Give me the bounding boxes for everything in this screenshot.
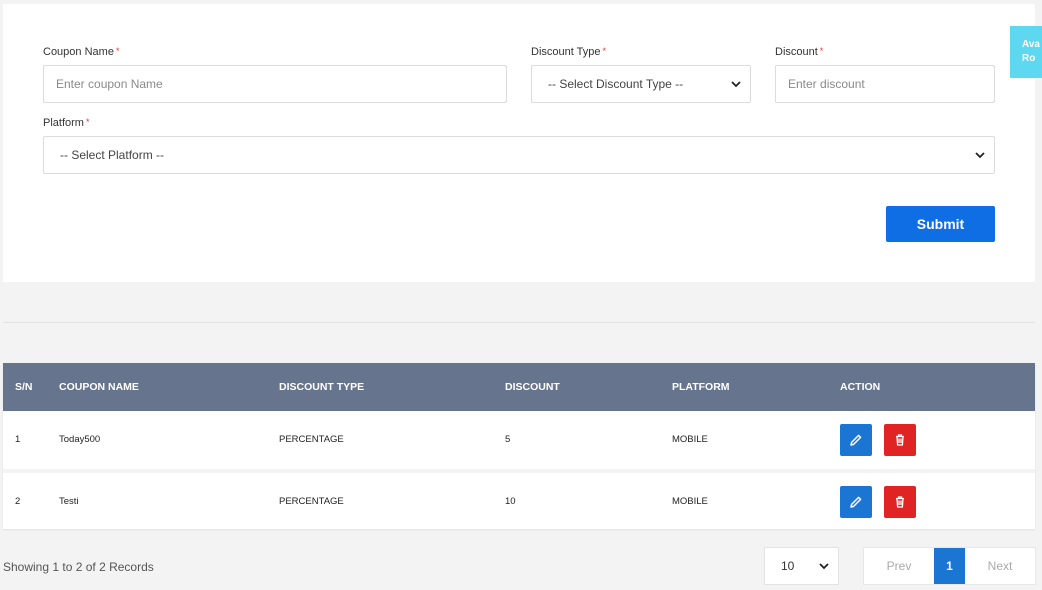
platform-selected-value: -- Select Platform -- xyxy=(60,148,165,162)
discount-type-label-text: Discount Type xyxy=(531,46,601,58)
header-coupon-name: COUPON NAME xyxy=(59,381,139,393)
prev-page-button[interactable]: Prev xyxy=(864,548,934,584)
discount-label: Discount * xyxy=(775,46,823,58)
header-action: ACTION xyxy=(840,381,881,393)
discount-type-label: Discount Type * xyxy=(531,46,606,58)
required-mark: * xyxy=(85,117,90,127)
cell-coupon-name: Testi xyxy=(59,496,79,507)
header-sn: S/N xyxy=(15,381,33,393)
cell-platform: MOBILE xyxy=(672,434,708,445)
platform-label-text: Platform xyxy=(43,117,84,129)
header-discount: DISCOUNT xyxy=(505,381,560,393)
table-row: 2 Testi PERCENTAGE 10 MOBILE xyxy=(3,469,1035,529)
submit-button[interactable]: Submit xyxy=(886,206,995,242)
cell-discount-type: PERCENTAGE xyxy=(279,496,344,507)
next-page-button[interactable]: Next xyxy=(965,548,1035,584)
delete-button[interactable] xyxy=(884,486,916,518)
cell-discount: 5 xyxy=(505,434,511,445)
cell-discount-type: PERCENTAGE xyxy=(279,434,344,445)
required-mark: * xyxy=(819,46,824,56)
coupon-name-label-text: Coupon Name xyxy=(43,46,114,58)
table-row: 1 Today500 PERCENTAGE 5 MOBILE xyxy=(3,411,1035,469)
edit-button[interactable] xyxy=(840,424,872,456)
coupons-table: S/N COUPON NAME DISCOUNT TYPE DISCOUNT P… xyxy=(3,363,1035,529)
header-platform: PLATFORM xyxy=(672,381,730,393)
header-discount-type: DISCOUNT TYPE xyxy=(279,381,365,393)
pagination: Prev 1 Next xyxy=(863,547,1036,585)
coupon-name-label: Coupon Name * xyxy=(43,46,119,58)
cell-platform: MOBILE xyxy=(672,496,708,507)
page-size-select[interactable]: 10 xyxy=(764,547,839,585)
chevron-down-icon xyxy=(731,81,741,88)
cell-discount: 10 xyxy=(505,496,516,507)
pencil-icon xyxy=(850,496,862,508)
chevron-down-icon xyxy=(975,152,985,159)
discount-input[interactable] xyxy=(775,65,995,103)
page-1-button[interactable]: 1 xyxy=(934,548,965,584)
required-mark: * xyxy=(115,46,120,56)
side-tab-line-1: Ava xyxy=(1022,39,1040,50)
records-summary: Showing 1 to 2 of 2 Records xyxy=(3,560,154,574)
side-tab-line-2: Ro xyxy=(1022,53,1036,64)
discount-type-selected-value: -- Select Discount Type -- xyxy=(548,77,684,91)
side-floating-tab[interactable]: Ava Ro xyxy=(1010,26,1042,78)
table-header: S/N COUPON NAME DISCOUNT TYPE DISCOUNT P… xyxy=(3,363,1035,411)
cell-coupon-name: Today500 xyxy=(59,434,101,445)
cell-sn: 2 xyxy=(15,496,21,507)
trash-icon xyxy=(896,496,904,508)
discount-label-text: Discount xyxy=(775,46,818,58)
section-divider xyxy=(3,322,1035,323)
platform-select[interactable]: -- Select Platform -- xyxy=(43,136,995,174)
coupon-form-card: Coupon Name* Discount Type* -- Select Di… xyxy=(3,4,1035,282)
trash-icon xyxy=(896,434,904,446)
delete-button[interactable] xyxy=(884,424,916,456)
edit-button[interactable] xyxy=(840,486,872,518)
cell-sn: 1 xyxy=(15,434,21,445)
discount-type-select[interactable]: -- Select Discount Type -- xyxy=(531,65,751,103)
chevron-down-icon xyxy=(819,563,829,570)
pencil-icon xyxy=(850,434,862,446)
required-mark: * xyxy=(602,46,607,56)
page-size-value: 10 xyxy=(781,559,795,573)
coupon-name-input[interactable] xyxy=(43,65,507,103)
platform-label: Platform * xyxy=(43,117,89,129)
